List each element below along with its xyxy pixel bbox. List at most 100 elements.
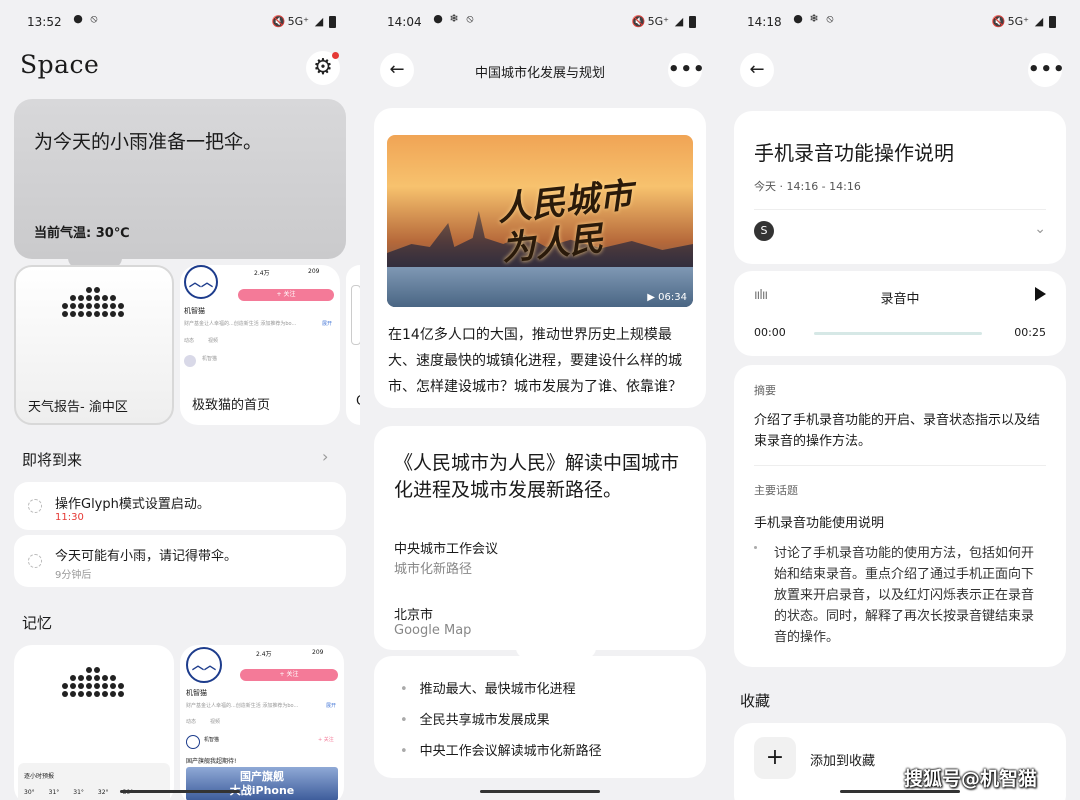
progress-track[interactable] (814, 332, 982, 335)
status-bar: 14:04 ● ❄ ⦸ 🔇 5G⁺ ◢ (360, 0, 720, 44)
recording-panel: 14:18 ● ❄ ⦸ 🔇 5G⁺ ◢ ← ••• 手机录音功能操作说明 今天 · … (720, 0, 1080, 800)
entity-card[interactable]: 北京市 Google Map (394, 602, 690, 646)
more-button[interactable]: ••• (668, 53, 705, 87)
post-avatar (186, 735, 200, 749)
forecast-temp: 30° (24, 789, 35, 796)
article-panel: 14:04 ● ❄ ⦸ 🔇 5G⁺ ◢ ← 中国城市化发展与规划 ••• 人民城市 … (360, 0, 720, 800)
bullet-text: 推动最大、最快城市化进程 (419, 682, 576, 697)
profile-tab-1[interactable]: 动态 (186, 718, 196, 725)
more-button[interactable]: ••• (1028, 53, 1065, 87)
followers-count: 2.4万 (256, 651, 272, 658)
status-bar: 13:52 ● ⦸ 🔇 5G⁺ ◢ (0, 0, 360, 44)
gear-icon: ⚙ (313, 55, 333, 80)
time-start: 00:00 (754, 326, 786, 339)
video-thumbnail[interactable]: 人民城市 为人民 ▶ 06:34 (387, 135, 693, 307)
plus-icon: + (765, 745, 785, 770)
headline: 《人民城市为人民》解读中国城市化进程及城市发展新路径。 (394, 452, 680, 501)
mute-icon: 🔇 (631, 14, 646, 28)
memory-weather-card[interactable]: 逐小时预报 30° 31° 31° 32° 30° (14, 645, 174, 800)
play-icon (1035, 287, 1046, 301)
add-label: 添加到收藏 (810, 754, 876, 769)
app-avatar[interactable]: S (754, 221, 774, 241)
upcoming-item[interactable]: 操作Glyph模式设置启动。 11:30 (14, 482, 346, 530)
post-name: 机智猫 (202, 356, 218, 362)
profile-tab-2[interactable]: 视频 (208, 337, 218, 344)
profile-tile[interactable]: ︿︿ 2.4万 209 + 关注 机智猫 财产基金让人幸福的...创造新生活 添… (180, 265, 340, 425)
snowflake-icon: ❄ (809, 12, 819, 25)
upcoming-item[interactable]: 今天可能有小雨，请记得带伞。 9分钟后 (14, 535, 346, 587)
mute-icon: 🔇 (991, 14, 1006, 28)
back-button[interactable]: ← (740, 53, 774, 87)
shield-icon: ⦸ (826, 12, 834, 25)
shield-icon: ⦸ (90, 12, 98, 25)
chevron-down-icon[interactable]: ⌄ (1034, 221, 1046, 237)
space-panel: 13:52 ● ⦸ 🔇 5G⁺ ◢ Space ⚙ 为今天的小雨准备一把伞。 当前… (0, 0, 360, 800)
signal-icon: ◢ (1034, 14, 1044, 28)
settings-button[interactable]: ⚙ (306, 51, 340, 85)
network-label: 5G⁺ (1007, 15, 1029, 28)
followers-count: 2.4万 (254, 270, 270, 277)
bullet-item: • 全民共享城市发展成果 (400, 713, 550, 728)
network-label: 5G⁺ (287, 15, 309, 28)
topic-text: 讨论了手机录音功能的使用方法，包括如何开始和结束录音。重点介绍了通过手机正面向下… (774, 546, 1035, 645)
partial-tile-bar (351, 285, 360, 345)
collect-header: 收藏 (740, 692, 771, 710)
home-indicator (840, 790, 960, 793)
profile-desc: 财产基金让人幸福的...创造新生活 添加推荐为bo... (186, 703, 299, 709)
more-dots-icon: ••• (1028, 59, 1066, 80)
status-time: 14:18 (747, 15, 782, 29)
notification-icon: ● (433, 12, 443, 25)
post-name: 机智猫 (204, 737, 220, 743)
time-range: 今天 · 14:16 - 14:16 (754, 180, 861, 193)
network-label: 5G⁺ (647, 15, 669, 28)
weather-report-tile[interactable]: 天气报告- 渝中区 (14, 265, 174, 425)
loading-ring-icon (28, 499, 42, 513)
add-button[interactable]: + (754, 737, 796, 779)
partial-tile[interactable]: C (346, 265, 360, 425)
article-paragraph: 在14亿多人口的大国，推动世界历史上规模最大、速度最快的城镇化进程，要建设什么样… (388, 327, 682, 395)
status-bar: 14:18 ● ❄ ⦸ 🔇 5G⁺ ◢ (720, 0, 1080, 44)
upcoming-title: 操作Glyph模式设置启动。 (55, 497, 210, 512)
memory-profile-card[interactable]: ︿︿ 2.4万 209 + 关注 机智猫 财产基金让人幸福的...创造新生活 添… (180, 645, 344, 800)
battery-icon (329, 15, 336, 28)
summary-header: 摘要 (754, 384, 776, 397)
glyph-cloud-icon (62, 667, 124, 697)
divider (754, 465, 1046, 466)
page-title: 中国城市化发展与规划 (474, 66, 605, 81)
memory-header: 记忆 (22, 614, 53, 632)
forecast-temp: 31° (73, 789, 84, 796)
chevron-right-icon[interactable]: › (322, 447, 328, 466)
expand-link[interactable]: 展开 (322, 320, 332, 327)
note-title: 手机录音功能操作说明 (754, 141, 954, 165)
recording-status: 录音中 (880, 292, 920, 307)
watermark: 搜狐号@机智猫 (904, 768, 1038, 790)
tile-label: 极致猫的首页 (192, 398, 271, 413)
loading-ring-icon (28, 554, 42, 568)
weather-card[interactable]: 为今天的小雨准备一把伞。 当前气温: 30℃ (14, 99, 346, 259)
signal-icon: ◢ (674, 14, 684, 28)
summary-card: 《人民城市为人民》解读中国城市化进程及城市发展新路径。 中央城市工作会议 城市化… (374, 426, 706, 650)
profile-desc: 财产基金让人幸福的...创造新生活 添加推荐为bo... (184, 321, 297, 327)
notification-icon: ● (793, 12, 803, 25)
bullet-text: 中央工作会议解读城市化新路径 (419, 744, 602, 759)
summary-text: 介绍了手机录音功能的开启、录音状态指示以及结束录音的操作方法。 (754, 413, 1041, 449)
mute-icon: 🔇 (271, 14, 286, 28)
play-button[interactable] (1030, 284, 1050, 304)
follow-small[interactable]: + 关注 (318, 736, 334, 743)
profile-tab-2[interactable]: 视频 (210, 718, 220, 725)
video-duration: 06:34 (658, 292, 687, 303)
upcoming-time: 9分钟后 (55, 570, 92, 581)
shield-icon: ⦸ (466, 12, 474, 25)
expand-link[interactable]: 展开 (326, 702, 336, 709)
battery-icon (689, 15, 696, 28)
entity-card[interactable]: 中央城市工作会议 城市化新路径 (394, 536, 690, 580)
upcoming-time: 11:30 (55, 512, 84, 523)
follow-button[interactable]: + 关注 (238, 289, 334, 301)
post-count: 209 (312, 649, 324, 656)
status-time: 14:04 (387, 15, 422, 29)
avatar: ︿︿ (184, 265, 218, 299)
profile-tab-1[interactable]: 动态 (184, 337, 194, 344)
profile-name: 机智猫 (184, 307, 205, 315)
entity-sub: 城市化新路径 (394, 562, 473, 577)
follow-button[interactable]: + 关注 (240, 669, 338, 681)
